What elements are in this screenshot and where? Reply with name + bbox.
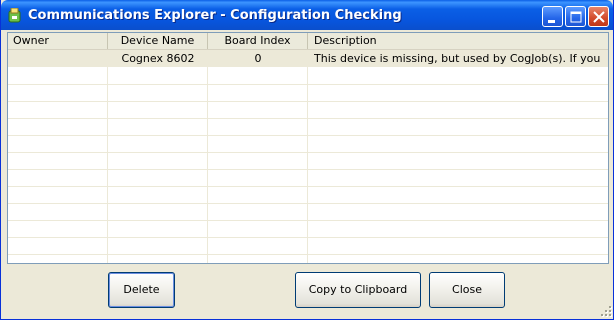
- grid-divider: [8, 135, 608, 136]
- grid-divider: [8, 84, 608, 85]
- resize-grip-icon[interactable]: [601, 306, 613, 318]
- maximize-button[interactable]: [565, 6, 586, 27]
- delete-button[interactable]: Delete: [108, 272, 175, 308]
- list-header: Owner Device Name Board Index Descriptio…: [8, 33, 608, 50]
- column-header-description[interactable]: Description: [308, 33, 608, 49]
- grid-divider: [8, 237, 608, 238]
- minimize-icon: [548, 20, 555, 23]
- grid-divider: [8, 203, 608, 204]
- grid-divider: [8, 152, 608, 153]
- grid-divider: [8, 220, 608, 221]
- grid-divider: [8, 254, 608, 255]
- dialog-window: Communications Explorer - Configuration …: [0, 0, 614, 320]
- window-title: Communications Explorer - Configuration …: [28, 8, 402, 23]
- cell-owner: [13, 50, 105, 67]
- close-icon: [593, 11, 605, 23]
- cell-description: This device is missing, but used by CogJ…: [314, 52, 604, 65]
- copy-to-clipboard-button[interactable]: Copy to Clipboard: [295, 272, 421, 308]
- column-header-board-index[interactable]: Board Index: [208, 33, 308, 49]
- column-header-device-name[interactable]: Device Name: [108, 33, 208, 49]
- cell-device-name: Cognex 8602: [121, 52, 195, 65]
- cell-board-index: 0: [254, 52, 262, 65]
- close-window-button[interactable]: [588, 6, 609, 27]
- grid-divider: [107, 50, 108, 263]
- maximize-icon: [570, 11, 582, 23]
- title-bar[interactable]: Communications Explorer - Configuration …: [1, 0, 613, 30]
- devices-list[interactable]: Owner Device Name Board Index Descriptio…: [7, 32, 609, 264]
- close-button[interactable]: Close: [429, 272, 505, 308]
- grid-divider: [8, 118, 608, 119]
- app-icon: [8, 8, 21, 23]
- grid-divider: [8, 169, 608, 170]
- grid-divider: [307, 50, 308, 263]
- table-row[interactable]: Cognex 8602 0 This device is missing, bu…: [8, 50, 608, 67]
- grid-divider: [207, 50, 208, 263]
- minimize-button[interactable]: [542, 6, 563, 27]
- column-header-owner[interactable]: Owner: [8, 33, 108, 49]
- grid-divider: [8, 186, 608, 187]
- grid-divider: [8, 101, 608, 102]
